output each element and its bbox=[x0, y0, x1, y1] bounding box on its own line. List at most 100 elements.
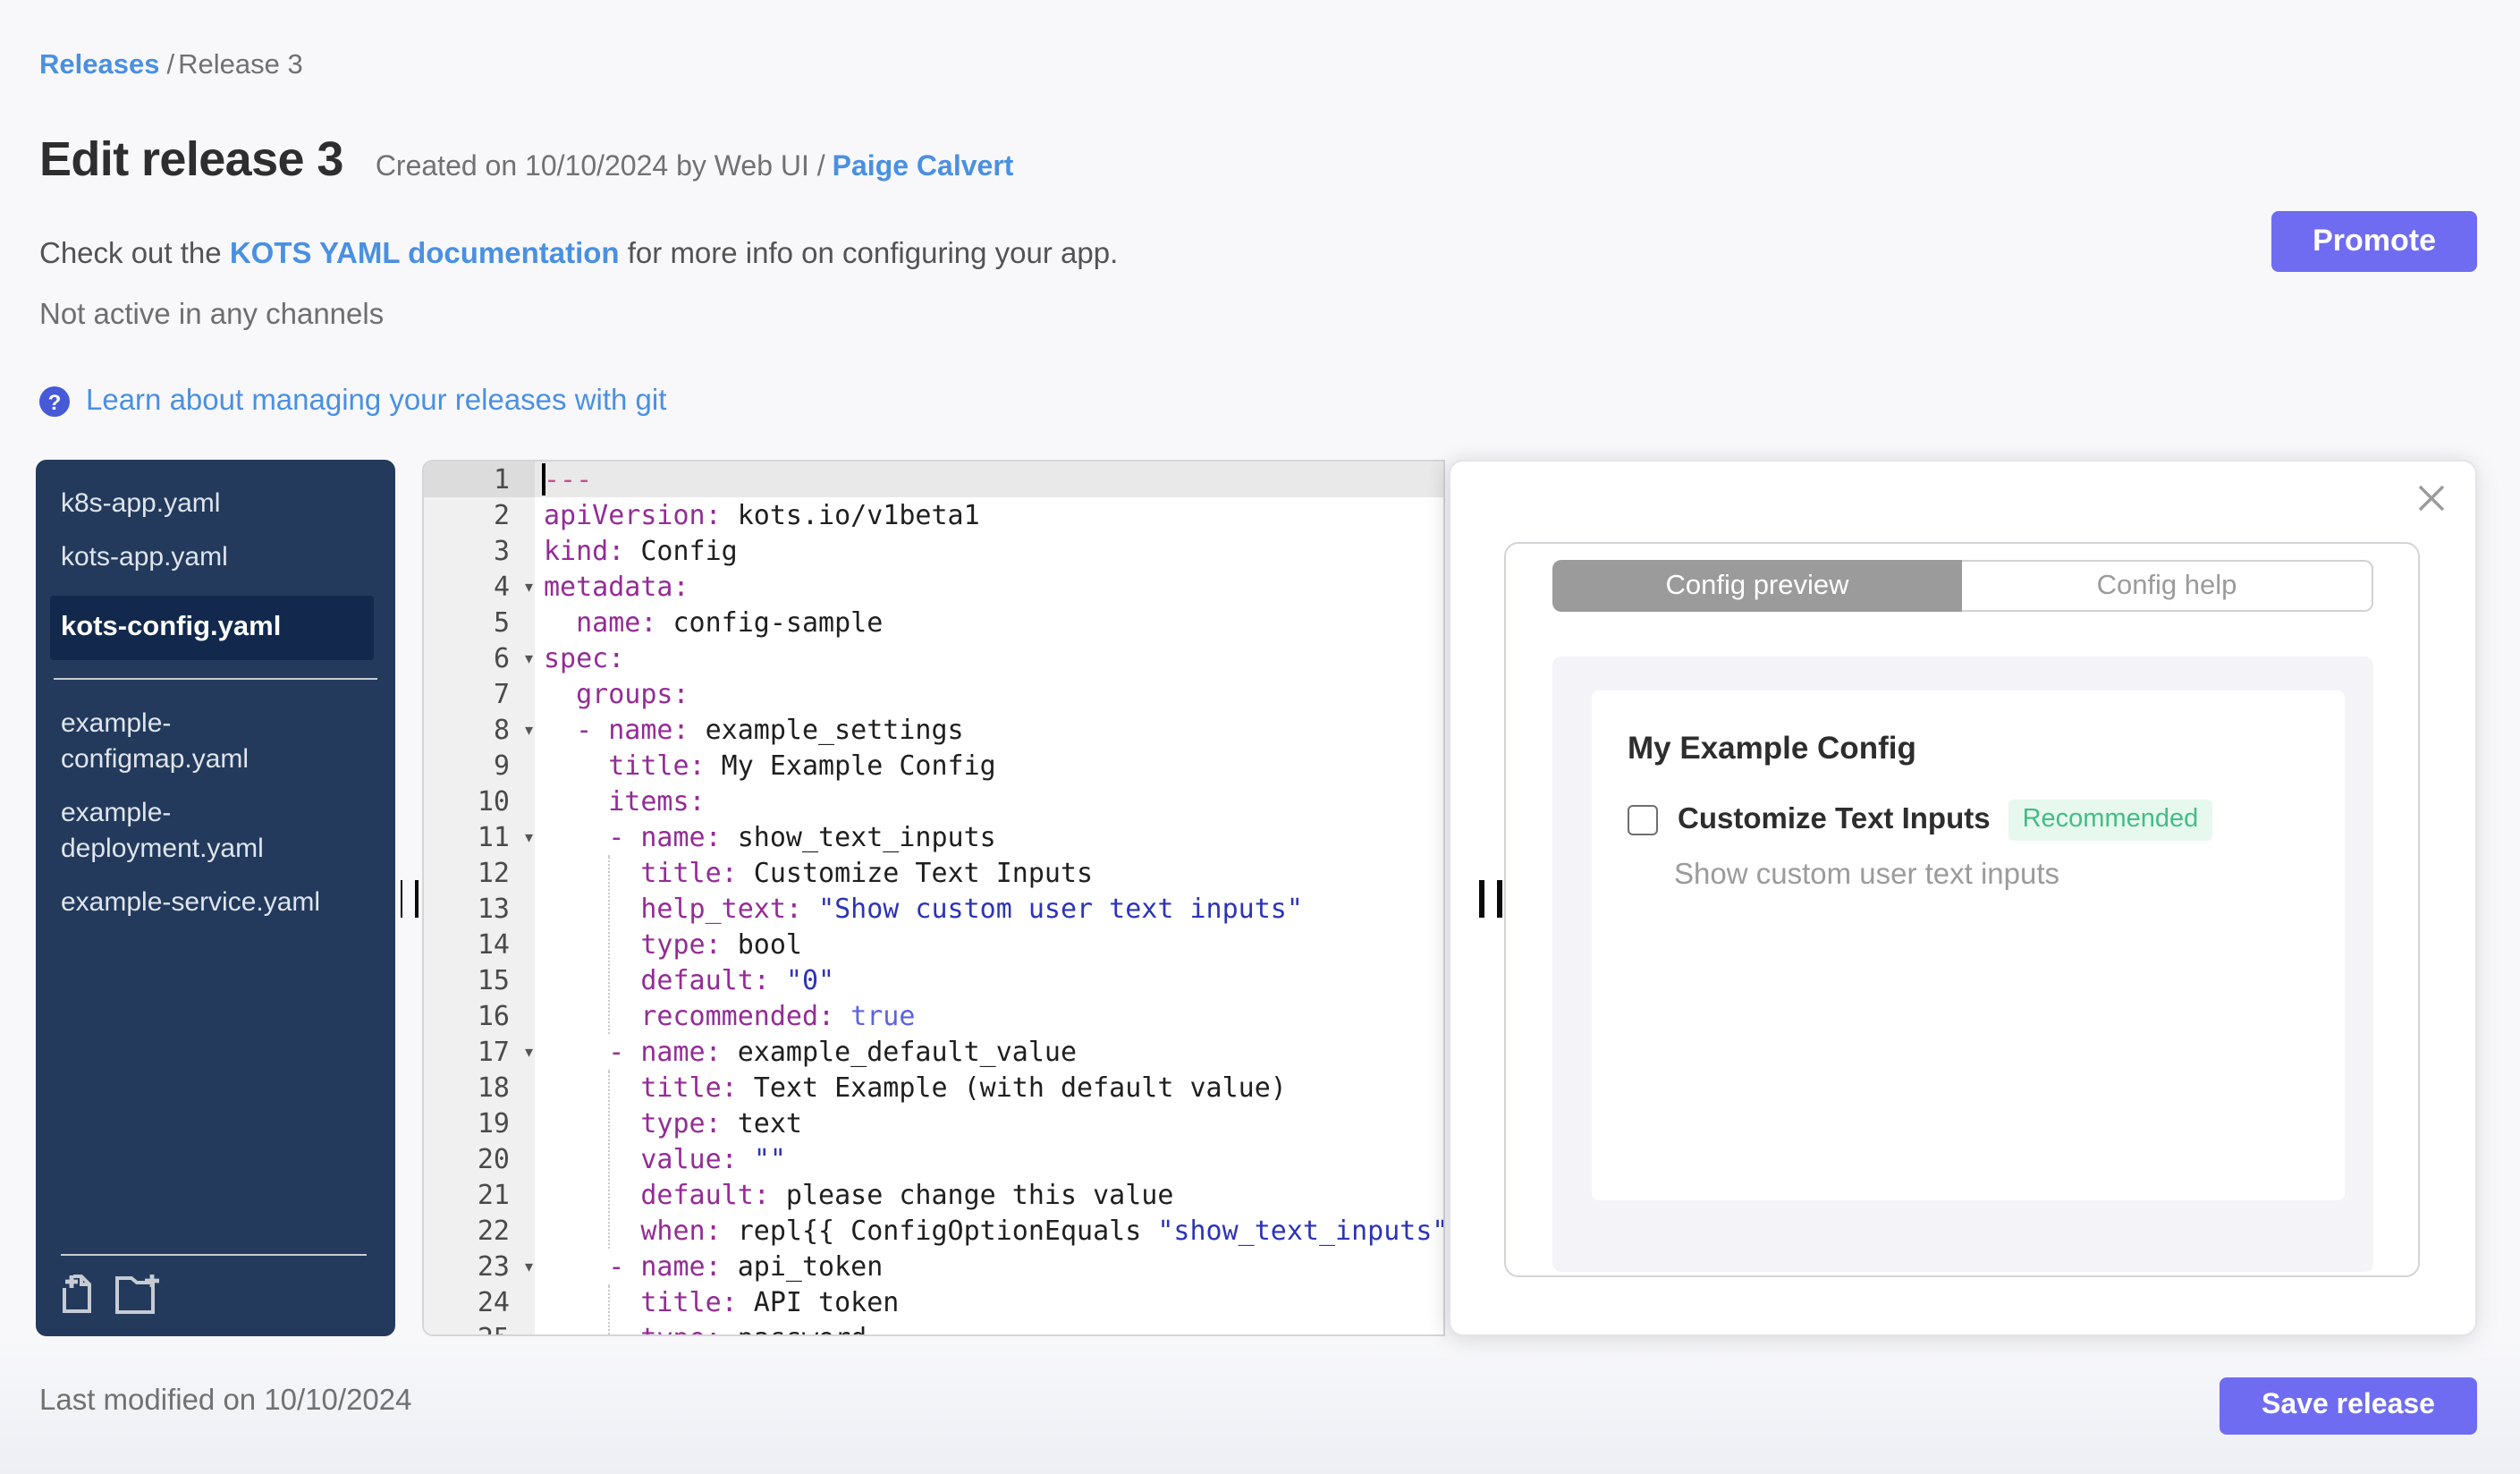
indent-guide bbox=[608, 855, 610, 1034]
code-text: title: API token bbox=[640, 1286, 900, 1318]
fold-toggle-icon[interactable]: ▾ bbox=[525, 571, 533, 606]
file-list-divider bbox=[54, 678, 377, 680]
line-number: 2 bbox=[424, 497, 535, 533]
line-number: 19 bbox=[424, 1106, 535, 1141]
editor-cursor bbox=[542, 463, 545, 496]
code-text: type: bool bbox=[640, 928, 802, 961]
config-preview-box: Config preview Config help My Example Co… bbox=[1504, 542, 2420, 1277]
file-item-kots-config.yaml[interactable]: kots-config.yaml bbox=[50, 596, 374, 660]
line-number: 13 bbox=[424, 891, 535, 927]
title-row: Edit release 3 Created on 10/10/2024 by … bbox=[39, 132, 1013, 188]
new-file-icon[interactable] bbox=[57, 1274, 97, 1315]
config-preview-area: My Example Config Customize Text Inputs … bbox=[1552, 657, 2373, 1272]
fold-toggle-icon[interactable]: ▾ bbox=[525, 821, 533, 857]
code-text: title: Customize Text Inputs bbox=[640, 857, 1094, 889]
page: Releases / Release 3 Edit release 3 Create… bbox=[0, 0, 2520, 1474]
sidebar-resize-handle[interactable] bbox=[393, 875, 424, 921]
tab-config-preview[interactable]: Config preview bbox=[1552, 560, 1962, 612]
tab-config-help[interactable]: Config help bbox=[1962, 560, 2373, 612]
code-line-13: 13 help_text: "Show custom user text inp… bbox=[424, 891, 1443, 927]
config-item-help: Show custom user text inputs bbox=[1674, 859, 2060, 891]
file-list: k8s-app.yaml kots-app.yaml kots-config.yam… bbox=[36, 460, 395, 930]
breadcrumb: Releases / Release 3 bbox=[39, 50, 303, 82]
code-text: when: repl{{ ConfigOptionEquals "show_te… bbox=[640, 1215, 1445, 1247]
line-number: 3 bbox=[424, 533, 535, 569]
preview-resize-handle[interactable] bbox=[1472, 875, 1508, 921]
save-release-button[interactable]: Save release bbox=[2220, 1377, 2477, 1435]
line-number: 24 bbox=[424, 1284, 535, 1320]
question-mark-glyph: ? bbox=[47, 389, 62, 414]
indent-guide bbox=[608, 1284, 610, 1334]
docs-text-before: Check out the bbox=[39, 238, 230, 270]
code-text: type: text bbox=[640, 1107, 802, 1139]
code-line-24: 24 title: API token bbox=[424, 1284, 1443, 1320]
code-text: kind: Config bbox=[544, 535, 738, 567]
config-tabs: Config preview Config help bbox=[1552, 560, 2373, 612]
code-line-11: 11 ▾ - name: show_text_inputs bbox=[424, 819, 1443, 855]
code-line-16: 16 recommended: true bbox=[424, 998, 1443, 1034]
code-line-6: 6 ▾ spec: bbox=[424, 640, 1443, 676]
code-text: - name: example_settings bbox=[576, 714, 964, 746]
code-text: groups: bbox=[576, 678, 689, 710]
code-line-19: 19 type: text bbox=[424, 1106, 1443, 1141]
kots-docs-link[interactable]: KOTS YAML documentation bbox=[230, 238, 620, 270]
close-icon[interactable] bbox=[2416, 483, 2447, 513]
file-item-kots-app.yaml[interactable]: kots-app.yaml bbox=[36, 531, 372, 585]
breadcrumb-releases-link[interactable]: Releases bbox=[39, 50, 159, 80]
code-line-2: 2 apiVersion: kots.io/v1beta1 bbox=[424, 497, 1443, 533]
line-number: 10 bbox=[424, 784, 535, 819]
config-preview-panel: Config preview Config help My Example Co… bbox=[1449, 460, 2477, 1336]
indent-guide bbox=[608, 1070, 610, 1249]
code-text: apiVersion: kots.io/v1beta1 bbox=[544, 499, 980, 531]
fold-toggle-icon[interactable]: ▾ bbox=[525, 1036, 533, 1072]
line-number: 6 ▾ bbox=[424, 640, 535, 676]
line-number: 23 ▾ bbox=[424, 1249, 535, 1284]
config-item-label[interactable]: Customize Text Inputs bbox=[1678, 803, 1991, 837]
yaml-editor[interactable]: 1 --- 2 apiVersion: kots.io/v1beta1 3 kind: C… bbox=[422, 460, 1445, 1336]
line-number: 5 bbox=[424, 605, 535, 640]
code-text: - name: example_default_value bbox=[608, 1036, 1078, 1068]
customize-text-inputs-checkbox[interactable] bbox=[1628, 805, 1658, 835]
file-item-example-service.yaml[interactable]: example-service.yaml bbox=[36, 877, 372, 930]
fold-toggle-icon[interactable]: ▾ bbox=[525, 642, 533, 678]
config-item-row: Customize Text Inputs Recommended bbox=[1628, 800, 2309, 841]
code-line-10: 10 items: bbox=[424, 784, 1443, 819]
line-number: 7 bbox=[424, 676, 535, 712]
line-number: 11 ▾ bbox=[424, 819, 535, 855]
promote-button[interactable]: Promote bbox=[2271, 211, 2477, 272]
file-item-k8s-app.yaml[interactable]: k8s-app.yaml bbox=[36, 478, 372, 531]
line-number: 4 ▾ bbox=[424, 569, 535, 605]
file-item-example-deployment.yaml[interactable]: example-deployment.yaml bbox=[36, 787, 372, 877]
last-modified-text: Last modified on 10/10/2024 bbox=[39, 1385, 412, 1417]
git-help-row: ? Learn about managing your releases wit… bbox=[39, 385, 666, 419]
code-text: --- bbox=[544, 463, 593, 496]
code-text: default: please change this value bbox=[640, 1179, 1174, 1211]
line-number: 25 bbox=[424, 1320, 535, 1334]
code-text: spec: bbox=[544, 642, 625, 674]
code-line-17: 17 ▾ - name: example_default_value bbox=[424, 1034, 1443, 1070]
code-line-25: 25 type: password bbox=[424, 1320, 1443, 1334]
new-folder-icon[interactable] bbox=[114, 1274, 163, 1315]
fold-toggle-icon[interactable]: ▾ bbox=[525, 714, 533, 750]
code-line-18: 18 title: Text Example (with default val… bbox=[424, 1070, 1443, 1106]
code-line-1: 1 --- bbox=[424, 462, 1443, 497]
page-title: Edit release 3 bbox=[39, 132, 343, 186]
author-link[interactable]: Paige Calvert bbox=[833, 152, 1014, 182]
file-item-example-configmap.yaml[interactable]: example-configmap.yaml bbox=[36, 698, 372, 787]
code-text: type: password bbox=[535, 1320, 1443, 1334]
config-group-title: My Example Config bbox=[1628, 730, 1916, 766]
fold-toggle-icon[interactable]: ▾ bbox=[525, 1250, 533, 1286]
line-number: 12 bbox=[424, 855, 535, 891]
git-releases-link[interactable]: Learn about managing your releases with … bbox=[86, 385, 666, 419]
line-number: 16 bbox=[424, 998, 535, 1034]
code-text: title: Text Example (with default value) bbox=[640, 1072, 1287, 1104]
line-number: 14 bbox=[424, 927, 535, 962]
docs-line: Check out the KOTS YAML documentation fo… bbox=[39, 238, 1118, 272]
code-text: value: "" bbox=[640, 1143, 786, 1175]
created-info: Created on 10/10/2024 by Web UI / Paige C… bbox=[376, 152, 1014, 184]
code-lines: 1 --- 2 apiVersion: kots.io/v1beta1 3 kind: C… bbox=[424, 462, 1445, 1334]
line-number: 8 ▾ bbox=[424, 712, 535, 748]
channel-status: Not active in any channels bbox=[39, 299, 385, 331]
sidebar-footer bbox=[36, 1254, 395, 1336]
sidebar-footer-divider bbox=[61, 1254, 367, 1256]
